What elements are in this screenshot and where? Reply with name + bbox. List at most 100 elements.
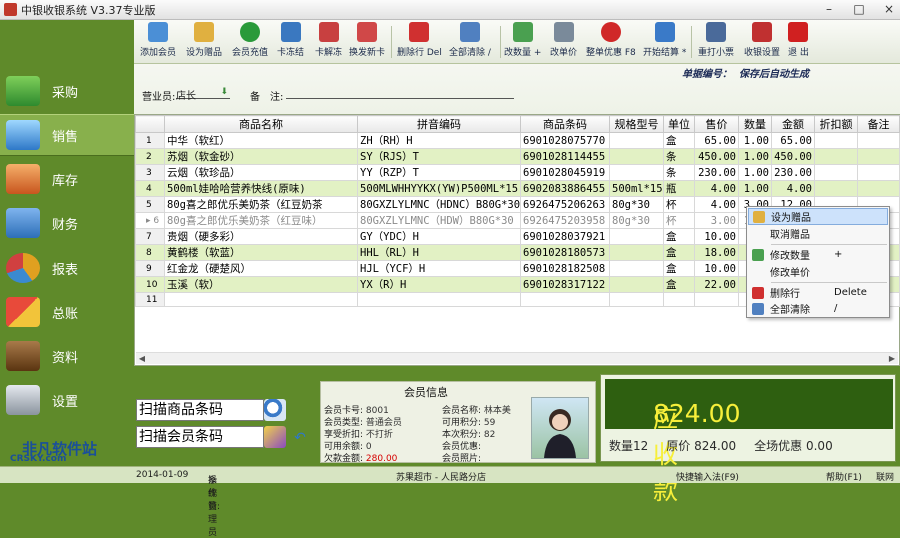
table-cell[interactable] (814, 148, 858, 165)
table-cell[interactable] (814, 164, 858, 181)
table-cell[interactable]: 中华（软红） (164, 132, 358, 149)
table-cell[interactable] (857, 164, 900, 181)
table-cell[interactable]: 盒 (663, 276, 695, 293)
table-row[interactable]: 1 中华（软红） ZH（RH）H 6901028075770 盒 65.00 1.00 65.… (135, 132, 900, 149)
table-cell[interactable]: 6901028180573 (520, 244, 610, 261)
menu-item-edit-price[interactable]: 修改单价 (748, 263, 888, 280)
table-cell[interactable]: 红金龙（硬楚风） (164, 260, 358, 277)
member-card-icon[interactable] (264, 426, 286, 448)
table-cell[interactable] (694, 291, 739, 308)
table-cell[interactable]: 6902083886455 (520, 180, 610, 197)
table-cell[interactable]: 230.00 (694, 164, 739, 181)
table-cell[interactable]: 4.00 (771, 180, 815, 197)
table-cell[interactable]: 盒 (663, 228, 695, 245)
table-cell[interactable]: 苏烟（软金砂） (164, 148, 358, 165)
table-cell[interactable]: 黄鹤楼（软蓝） (164, 244, 358, 261)
minimize-button[interactable]: – (822, 2, 836, 16)
table-cell[interactable] (609, 148, 664, 165)
table-cell[interactable] (164, 291, 358, 308)
table-cell[interactable]: ZH（RH）H (357, 132, 521, 149)
column-header[interactable]: 数量 (738, 115, 772, 133)
menu-item-cancel-gift[interactable]: 取消赠品 (748, 225, 888, 242)
table-cell[interactable]: 450.00 (771, 148, 815, 165)
edit-qty-button[interactable]: 改数量 + (504, 22, 541, 62)
table-cell[interactable]: HJL（YCF）H (357, 260, 521, 277)
table-cell[interactable] (609, 164, 664, 181)
table-cell[interactable]: 盒 (663, 260, 695, 277)
table-cell[interactable] (609, 244, 664, 261)
horizontal-scrollbar[interactable]: ◀ ▶ (136, 352, 898, 364)
table-cell[interactable]: 80g*30 (609, 212, 664, 229)
table-cell[interactable] (609, 132, 664, 149)
menu-item-edit-qty[interactable]: 修改数量 + (748, 246, 888, 263)
table-cell[interactable]: 玉溪（软） (164, 276, 358, 293)
table-cell[interactable] (663, 291, 695, 308)
edit-price-button[interactable]: 改单价 (550, 22, 577, 62)
column-header[interactable]: 售价 (694, 115, 739, 133)
table-cell[interactable]: 6926475203958 (520, 212, 610, 229)
table-cell[interactable]: 条 (663, 164, 695, 181)
sidebar-item-settings[interactable]: 设置 (0, 379, 134, 421)
table-cell[interactable]: 80GXZLYLMNC（HDNC）B80G*30 (357, 196, 521, 213)
table-cell[interactable]: 6901028075770 (520, 132, 610, 149)
maximize-button[interactable]: □ (852, 2, 866, 16)
card-unfreeze-button[interactable]: 卡解冻 (315, 22, 342, 62)
remark-field[interactable] (286, 87, 514, 99)
column-header[interactable]: 单位 (663, 115, 695, 133)
table-cell[interactable] (857, 148, 900, 165)
table-cell[interactable]: 瓶 (663, 180, 695, 197)
table-cell[interactable]: 1.00 (738, 132, 772, 149)
column-header[interactable] (135, 115, 165, 133)
menu-item-set-gift[interactable]: 设为赠品 (748, 208, 888, 225)
exit-button[interactable]: 退 出 (788, 22, 809, 62)
table-cell[interactable]: 6901028037921 (520, 228, 610, 245)
table-cell[interactable]: 云烟（软珍品） (164, 164, 358, 181)
table-cell[interactable]: 80GXZLYLMNC（HDW）B80G*30 (357, 212, 521, 229)
table-cell[interactable]: 3.00 (694, 212, 739, 229)
table-cell[interactable]: 1.00 (738, 164, 772, 181)
search-icon[interactable] (264, 399, 286, 421)
table-cell[interactable]: 1.00 (738, 148, 772, 165)
table-cell[interactable]: HHL（RL）H (357, 244, 521, 261)
table-cell[interactable] (609, 260, 664, 277)
table-cell[interactable]: 500MLWHHYYKX(YW)P500ML*15 (357, 180, 521, 197)
column-header[interactable]: 商品条码 (520, 115, 610, 133)
table-cell[interactable] (520, 291, 610, 308)
checkout-button[interactable]: 开始结算 * (643, 22, 686, 62)
new-card-button[interactable]: 换发新卡 (349, 22, 385, 62)
set-gift-button[interactable]: 设为赠品 (186, 22, 222, 62)
table-cell[interactable] (357, 291, 521, 308)
pos-settings-button[interactable]: 收银设置 (744, 22, 780, 62)
table-cell[interactable]: 500ml*15 (609, 180, 664, 197)
table-cell[interactable]: 盒 (663, 132, 695, 149)
column-header[interactable]: 备注 (857, 115, 900, 133)
table-cell[interactable]: 65.00 (771, 132, 815, 149)
table-cell[interactable]: 10.00 (694, 228, 739, 245)
table-cell[interactable]: 6926475206263 (520, 196, 610, 213)
table-cell[interactable]: 230.00 (771, 164, 815, 181)
table-cell[interactable]: 6901028045919 (520, 164, 610, 181)
table-cell[interactable]: 贵烟（硬多彩） (164, 228, 358, 245)
table-cell[interactable]: 500ml娃哈哈营养快线(原味) (164, 180, 358, 197)
table-cell[interactable] (609, 276, 664, 293)
column-header[interactable]: 拼音编码 (357, 115, 521, 133)
table-cell[interactable]: 6901028182508 (520, 260, 610, 277)
table-cell[interactable]: YY（RZP）T (357, 164, 521, 181)
order-discount-button[interactable]: 整单优惠 F8 (586, 22, 636, 62)
sidebar-item-finance[interactable]: 财务 (0, 202, 134, 244)
column-header[interactable]: 规格型号 (609, 115, 664, 133)
delete-row-button[interactable]: 删除行 Del (397, 22, 442, 62)
salesperson-field[interactable]: 店长 ⬇ (176, 87, 230, 102)
sidebar-item-purchase[interactable]: 采购 (0, 70, 134, 112)
menu-item-clear-all[interactable]: 全部清除 / (748, 300, 888, 317)
table-cell[interactable]: 80g*30 (609, 196, 664, 213)
column-header[interactable]: 商品名称 (164, 115, 358, 133)
sidebar-item-reports[interactable]: 报表 (0, 247, 134, 289)
table-cell[interactable] (857, 180, 900, 197)
table-cell[interactable]: 条 (663, 148, 695, 165)
table-row[interactable]: 2 苏烟（软金砂） SY（RJS）T 6901028114455 条 450.00 1.00… (135, 148, 900, 165)
table-cell[interactable]: 80g喜之郎优乐美奶茶（红豆奶茶 (164, 196, 358, 213)
table-cell[interactable]: 450.00 (694, 148, 739, 165)
column-header[interactable]: 折扣额 (814, 115, 858, 133)
table-cell[interactable]: 65.00 (694, 132, 739, 149)
